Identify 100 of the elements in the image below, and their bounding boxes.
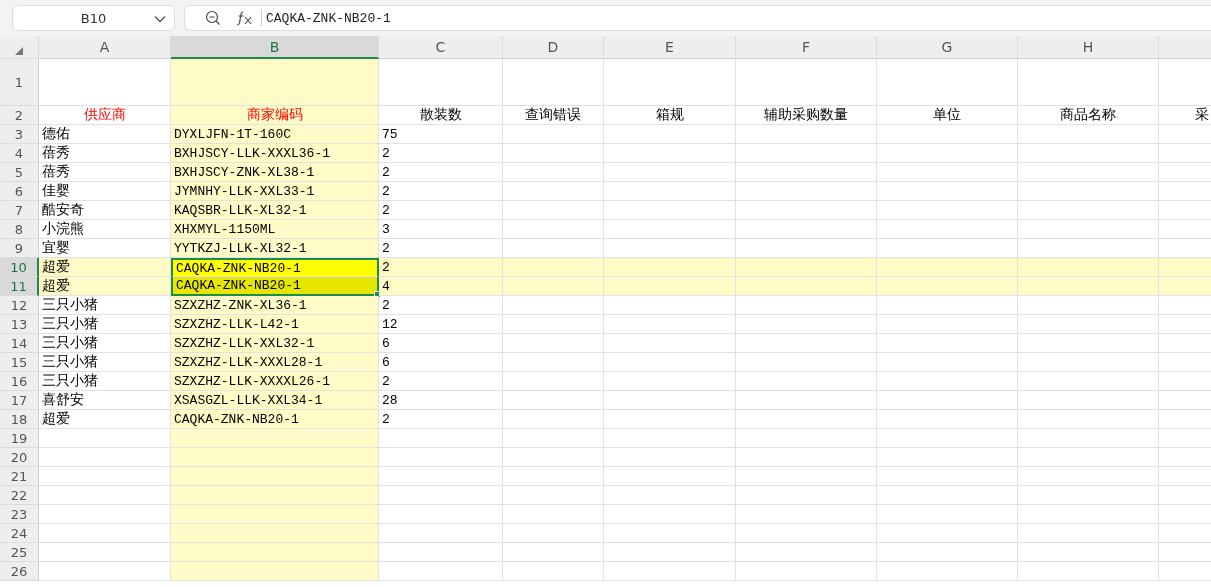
table-cell[interactable]	[736, 296, 877, 315]
row-header[interactable]: 20	[0, 448, 39, 467]
table-cell[interactable]	[736, 524, 877, 543]
table-cell[interactable]	[503, 258, 604, 277]
column-header[interactable]: E	[604, 36, 736, 59]
table-cell[interactable]	[604, 353, 736, 372]
column-header[interactable]	[1159, 36, 1211, 59]
table-cell[interactable]	[736, 144, 877, 163]
table-cell[interactable]	[503, 144, 604, 163]
table-cell[interactable]	[379, 467, 503, 486]
column-header[interactable]: D	[503, 36, 604, 59]
row-header[interactable]: 12	[0, 296, 39, 315]
table-cell[interactable]	[1018, 258, 1159, 277]
table-cell[interactable]: BXHJSCY-LLK-XXXL36-1	[171, 144, 379, 163]
table-cell[interactable]: SZXZHZ-LLK-XXL32-1	[171, 334, 379, 353]
table-cell[interactable]	[1018, 372, 1159, 391]
table-cell[interactable]	[604, 201, 736, 220]
table-cell[interactable]: 查询错误	[503, 106, 604, 125]
table-cell[interactable]	[503, 296, 604, 315]
table-cell[interactable]	[877, 163, 1018, 182]
table-cell[interactable]	[604, 562, 736, 581]
table-cell[interactable]	[171, 505, 379, 524]
table-cell[interactable]	[736, 220, 877, 239]
row-header[interactable]: 7	[0, 201, 39, 220]
table-cell[interactable]	[503, 429, 604, 448]
table-cell[interactable]	[877, 543, 1018, 562]
table-cell[interactable]: 散装数	[379, 106, 503, 125]
table-cell[interactable]: 28	[379, 391, 503, 410]
table-cell[interactable]: CAQKA-ZNK-NB20-1	[171, 277, 379, 296]
table-cell[interactable]	[736, 163, 877, 182]
table-cell[interactable]	[736, 315, 877, 334]
table-cell[interactable]: JYMNHY-LLK-XXL33-1	[171, 182, 379, 201]
table-cell[interactable]	[877, 59, 1018, 106]
table-cell[interactable]: 2	[379, 410, 503, 429]
table-cell[interactable]: 超爱	[39, 258, 171, 277]
table-cell[interactable]: SZXZHZ-LLK-L42-1	[171, 315, 379, 334]
table-cell[interactable]	[1018, 334, 1159, 353]
table-cell[interactable]: 辅助采购数量	[736, 106, 877, 125]
table-cell[interactable]	[736, 505, 877, 524]
table-cell[interactable]: 4	[379, 277, 503, 296]
table-cell[interactable]	[736, 391, 877, 410]
table-cell[interactable]: 75	[379, 125, 503, 144]
table-cell[interactable]	[379, 543, 503, 562]
row-header[interactable]: 13	[0, 315, 39, 334]
table-cell[interactable]	[604, 315, 736, 334]
table-cell[interactable]	[736, 258, 877, 277]
table-cell[interactable]	[503, 543, 604, 562]
table-cell[interactable]	[171, 524, 379, 543]
table-cell[interactable]	[171, 543, 379, 562]
table-cell[interactable]	[604, 258, 736, 277]
table-cell[interactable]	[877, 334, 1018, 353]
row-header[interactable]: 5	[0, 163, 39, 182]
table-cell[interactable]	[877, 125, 1018, 144]
table-cell[interactable]	[736, 182, 877, 201]
row-header[interactable]: 9	[0, 239, 39, 258]
row-header[interactable]: 8	[0, 220, 39, 239]
table-cell[interactable]: 2	[379, 163, 503, 182]
table-cell[interactable]	[604, 59, 736, 106]
table-cell[interactable]	[736, 277, 877, 296]
table-cell[interactable]	[503, 505, 604, 524]
column-header[interactable]: B	[171, 36, 379, 59]
table-cell[interactable]	[1018, 296, 1159, 315]
table-cell[interactable]	[171, 448, 379, 467]
table-cell[interactable]	[379, 562, 503, 581]
table-cell[interactable]: 采	[1159, 106, 1211, 125]
table-cell[interactable]	[736, 201, 877, 220]
table-cell[interactable]	[736, 543, 877, 562]
row-header[interactable]: 10	[0, 258, 39, 277]
row-header[interactable]: 2	[0, 106, 39, 125]
table-cell[interactable]: 6	[379, 334, 503, 353]
table-cell[interactable]	[877, 562, 1018, 581]
table-cell[interactable]	[877, 429, 1018, 448]
table-cell[interactable]	[604, 182, 736, 201]
row-header[interactable]: 16	[0, 372, 39, 391]
table-cell[interactable]	[503, 163, 604, 182]
table-cell[interactable]	[877, 467, 1018, 486]
table-cell[interactable]	[379, 505, 503, 524]
table-cell[interactable]: CAQKA-ZNK-NB20-1	[171, 258, 379, 277]
table-cell[interactable]	[604, 163, 736, 182]
table-cell[interactable]	[503, 220, 604, 239]
table-cell[interactable]	[503, 315, 604, 334]
table-cell[interactable]	[1018, 543, 1159, 562]
table-cell[interactable]	[503, 448, 604, 467]
function-icon[interactable]	[235, 10, 253, 26]
row-header[interactable]: 19	[0, 429, 39, 448]
table-cell[interactable]	[1018, 505, 1159, 524]
table-cell[interactable]	[877, 315, 1018, 334]
table-cell[interactable]	[503, 277, 604, 296]
table-cell[interactable]	[1018, 163, 1159, 182]
table-cell[interactable]	[503, 524, 604, 543]
table-cell[interactable]	[1018, 59, 1159, 106]
table-cell[interactable]: SZXZHZ-LLK-XXXL28-1	[171, 353, 379, 372]
table-cell[interactable]: 商品名称	[1018, 106, 1159, 125]
table-cell[interactable]	[1018, 125, 1159, 144]
table-cell[interactable]: DYXLJFN-1T-160C	[171, 125, 379, 144]
table-cell[interactable]	[736, 410, 877, 429]
table-cell[interactable]	[604, 543, 736, 562]
table-cell[interactable]	[1018, 410, 1159, 429]
table-cell[interactable]	[503, 391, 604, 410]
table-cell[interactable]	[604, 220, 736, 239]
